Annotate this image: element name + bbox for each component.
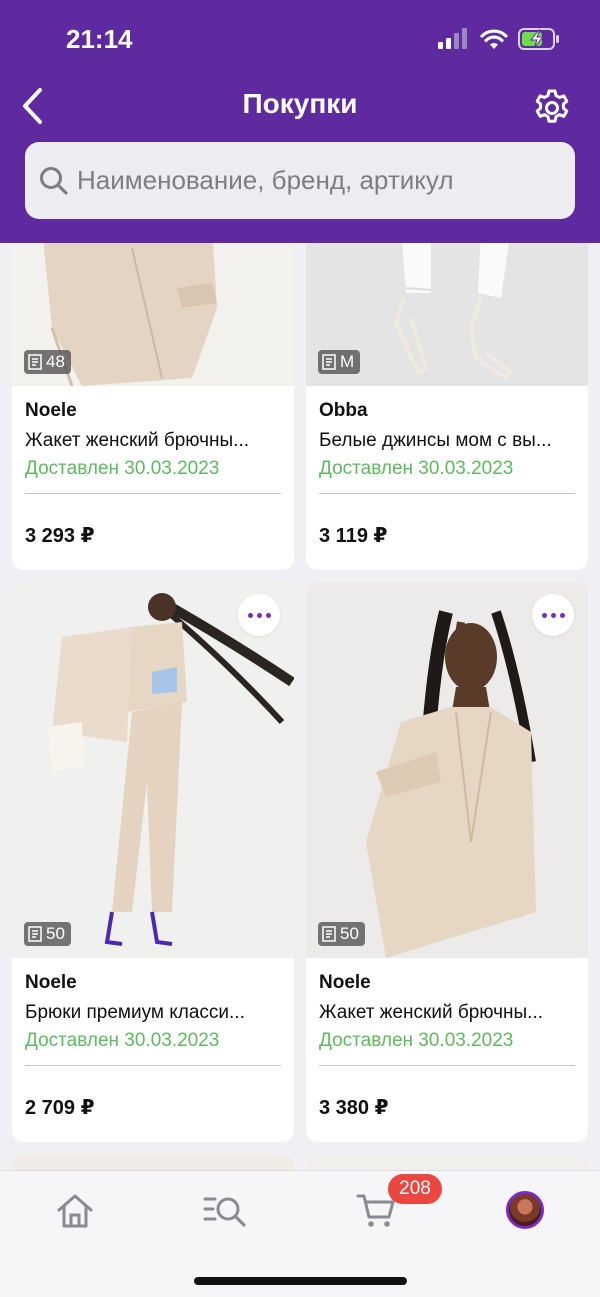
- product-name: Брюки премиум класси...: [25, 1002, 245, 1023]
- more-icon: [541, 612, 565, 618]
- product-image: M: [306, 228, 588, 386]
- search-input[interactable]: [77, 165, 557, 196]
- product-name: Жакет женский брючны...: [25, 430, 250, 451]
- tab-home[interactable]: [45, 1189, 105, 1233]
- status-bar: 21:14: [0, 0, 600, 80]
- product-brand: Noele: [25, 972, 77, 993]
- product-card[interactable]: 48 Noele Жакет женский брючны... Доставл…: [12, 228, 294, 570]
- product-card[interactable]: 50 Noele Жакет женский брючны... Доставл…: [306, 582, 588, 1142]
- product-price: 3 380 ₽: [319, 1097, 389, 1119]
- product-info: Noele Брюки премиум класси... Доставлен …: [25, 972, 281, 1120]
- beige-trousers-photo: [12, 582, 294, 958]
- cart-icon: [356, 1194, 395, 1227]
- app-header: 21:14 Покупки Наименование, бренд, артик…: [0, 0, 600, 243]
- size-label-icon: [28, 354, 42, 370]
- product-price: 2 709 ₽: [25, 1097, 95, 1119]
- product-image: 48: [12, 228, 294, 386]
- size-label-icon: [28, 926, 42, 942]
- product-card[interactable]: 50 Noele Брюки премиум класси... Доставл…: [12, 582, 294, 1142]
- more-options-button[interactable]: [532, 594, 574, 636]
- divider: [25, 493, 281, 494]
- delivery-status: Доставлен 30.03.2023: [319, 1030, 514, 1051]
- size-badge-text: 48: [46, 352, 65, 371]
- divider: [319, 1065, 575, 1066]
- status-time: 21:14: [66, 24, 133, 54]
- delivery-status: Доставлен 30.03.2023: [25, 458, 220, 479]
- wifi-icon: [480, 29, 508, 49]
- size-badge: 50: [24, 922, 71, 946]
- page-title: Покупки: [242, 88, 358, 119]
- product-brand: Obba: [319, 400, 368, 421]
- catalog-search-icon: [203, 1197, 246, 1227]
- size-badge-text: 50: [340, 924, 359, 943]
- product-image: 50: [12, 582, 294, 958]
- product-info: Obba Белые джинсы мом с вы... Доставлен …: [319, 400, 575, 548]
- cart-count-badge: 208: [388, 1174, 442, 1204]
- divider: [25, 1065, 281, 1066]
- home-icon: [57, 1194, 93, 1228]
- divider: [319, 493, 575, 494]
- more-options-button[interactable]: [238, 594, 280, 636]
- product-name: Белые джинсы мом с вы...: [319, 430, 552, 451]
- status-icons: [438, 28, 560, 50]
- delivery-status: Доставлен 30.03.2023: [25, 1030, 220, 1051]
- size-badge-text: 50: [46, 924, 65, 943]
- beige-jacket-photo: [306, 582, 588, 958]
- size-badge: M: [318, 350, 361, 374]
- product-info: Noele Жакет женский брючны... Доставлен …: [25, 400, 281, 548]
- product-info: Noele Жакет женский брючны... Доставлен …: [319, 972, 575, 1120]
- product-brand: Noele: [25, 400, 77, 421]
- product-brand: Noele: [319, 972, 371, 993]
- size-badge: 48: [24, 350, 71, 374]
- more-icon: [247, 612, 271, 618]
- product-price: 3 293 ₽: [25, 525, 95, 547]
- product-card[interactable]: M Obba Белые джинсы мом с вы... Доставле…: [306, 228, 588, 570]
- settings-button[interactable]: [530, 86, 574, 130]
- size-label-icon: [322, 354, 336, 370]
- delivery-status: Доставлен 30.03.2023: [319, 458, 514, 479]
- gear-icon: [535, 89, 569, 123]
- size-badge: 50: [318, 922, 365, 946]
- cellular-signal-icon: [438, 28, 467, 49]
- size-label-icon: [322, 926, 336, 942]
- product-image: 50: [306, 582, 588, 958]
- home-indicator: [194, 1277, 407, 1285]
- product-name: Жакет женский брючны...: [319, 1002, 544, 1023]
- tab-catalog[interactable]: [195, 1189, 255, 1233]
- battery-charging-icon: [518, 28, 559, 50]
- nav-bar: Покупки: [0, 80, 600, 132]
- product-price: 3 119 ₽: [319, 525, 388, 547]
- search-icon: [40, 166, 68, 195]
- size-badge-text: M: [340, 352, 355, 371]
- profile-avatar[interactable]: [506, 1191, 544, 1229]
- search-box[interactable]: [25, 142, 575, 219]
